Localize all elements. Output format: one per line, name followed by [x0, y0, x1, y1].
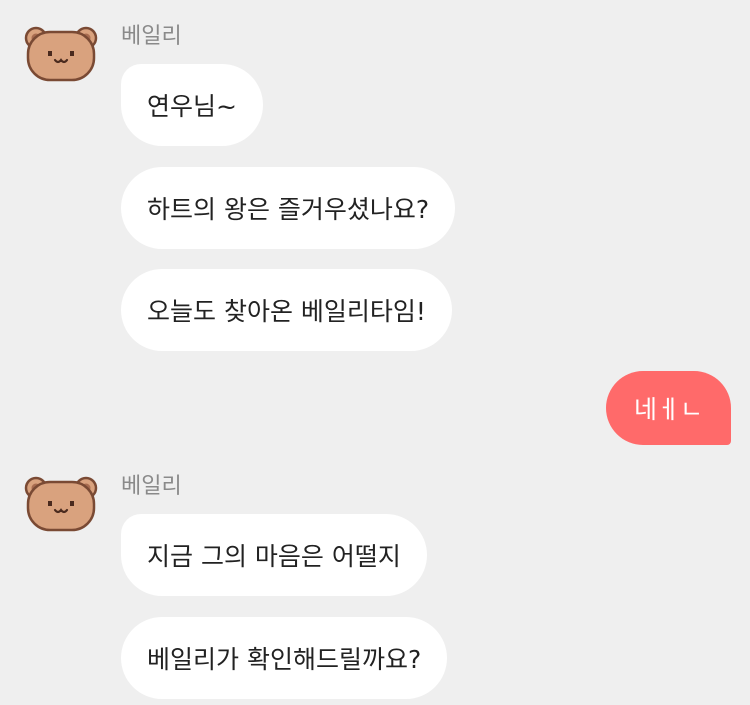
- message-bubble[interactable]: 베일리가 확인해드릴까요?: [121, 617, 448, 699]
- message-bubble[interactable]: 오늘도 찾아온 베일리타임!: [121, 269, 452, 351]
- message-bubble[interactable]: 연우님~: [121, 64, 263, 146]
- sender-name: 베일리: [121, 24, 182, 49]
- message-bubble[interactable]: 지금 그의 마음은 어떨지: [121, 514, 427, 596]
- message-text: 연우님~: [147, 92, 237, 121]
- bear-face-icon[interactable]: [24, 474, 98, 532]
- sender-name: 베일리: [121, 474, 182, 499]
- chat-thread: 베일리 연우님~ 하트의 왕은 즐거우셨나요? 오늘도 찾아온 베일리타임! 네…: [0, 0, 750, 705]
- my-message-bubble[interactable]: 네ㅔㄴ: [605, 371, 731, 445]
- message-text: 하트의 왕은 즐거우셨나요?: [147, 195, 430, 224]
- bear-face-icon[interactable]: [24, 24, 98, 82]
- message-bubble[interactable]: 하트의 왕은 즐거우셨나요?: [121, 167, 456, 249]
- message-text: 오늘도 찾아온 베일리타임!: [147, 297, 426, 326]
- message-text: 베일리가 확인해드릴까요?: [147, 645, 422, 674]
- message-text: 지금 그의 마음은 어떨지: [147, 542, 401, 571]
- message-text: 네ㅔㄴ: [633, 395, 703, 424]
